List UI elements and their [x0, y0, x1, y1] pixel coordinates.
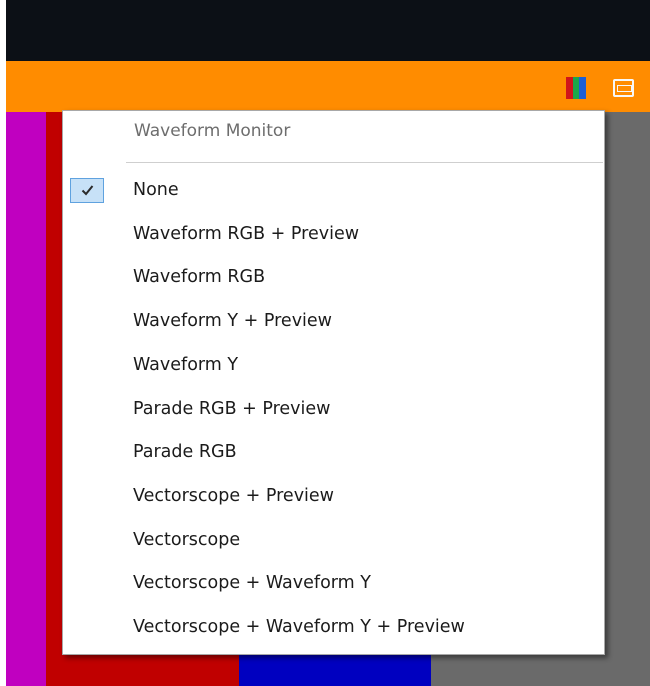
menu-item[interactable]: Waveform Y + Preview: [65, 301, 602, 344]
menu-item[interactable]: Waveform Y: [65, 345, 602, 388]
menu-item[interactable]: Parade RGB + Preview: [65, 389, 602, 432]
menu-item-label: None: [133, 180, 179, 200]
menu-item[interactable]: Waveform RGB + Preview: [65, 214, 602, 257]
menu-item[interactable]: None: [65, 170, 602, 213]
bar-magenta: [6, 112, 46, 686]
menu-item[interactable]: Vectorscope: [65, 520, 602, 563]
color-bar-green: [572, 77, 580, 99]
menu-item-label: Vectorscope + Preview: [133, 485, 334, 506]
menu-item[interactable]: Parade RGB: [65, 432, 602, 475]
screen: Waveform Monitor None Waveform RGB + Prev…: [0, 0, 650, 686]
menu-item-label: Waveform RGB + Preview: [133, 223, 360, 244]
menu-item-label: Parade RGB + Preview: [133, 398, 331, 419]
color-bars-icon[interactable]: [566, 77, 587, 99]
menu-item-label: Waveform Y + Preview: [133, 311, 332, 332]
top-bar: [6, 0, 650, 61]
menu-item-label: Vectorscope: [133, 529, 241, 550]
menu-item[interactable]: Waveform RGB: [65, 257, 602, 300]
color-bar-red: [566, 77, 573, 99]
menu-item-label: Parade RGB: [133, 442, 237, 463]
menu-separator: [126, 162, 603, 163]
monitor-icon[interactable]: [613, 79, 634, 97]
menu-item[interactable]: Vectorscope + Preview: [65, 476, 602, 519]
waveform-monitor-menu: Waveform Monitor None Waveform RGB + Prev…: [62, 110, 605, 655]
color-bar-blue: [579, 77, 587, 99]
menu-item-label: Vectorscope + Waveform Y + Preview: [133, 617, 465, 637]
menu-item-label: Waveform RGB: [133, 267, 266, 288]
menu-header: Waveform Monitor: [134, 121, 291, 141]
toolbar: [6, 61, 650, 112]
menu-item[interactable]: Vectorscope + Waveform Y: [65, 563, 602, 606]
menu-item[interactable]: Vectorscope + Waveform Y + Preview: [65, 607, 602, 650]
menu-item-label: Waveform Y: [133, 354, 239, 375]
menu-item-label: Vectorscope + Waveform Y: [133, 573, 371, 594]
checkmark-icon: [70, 178, 104, 203]
